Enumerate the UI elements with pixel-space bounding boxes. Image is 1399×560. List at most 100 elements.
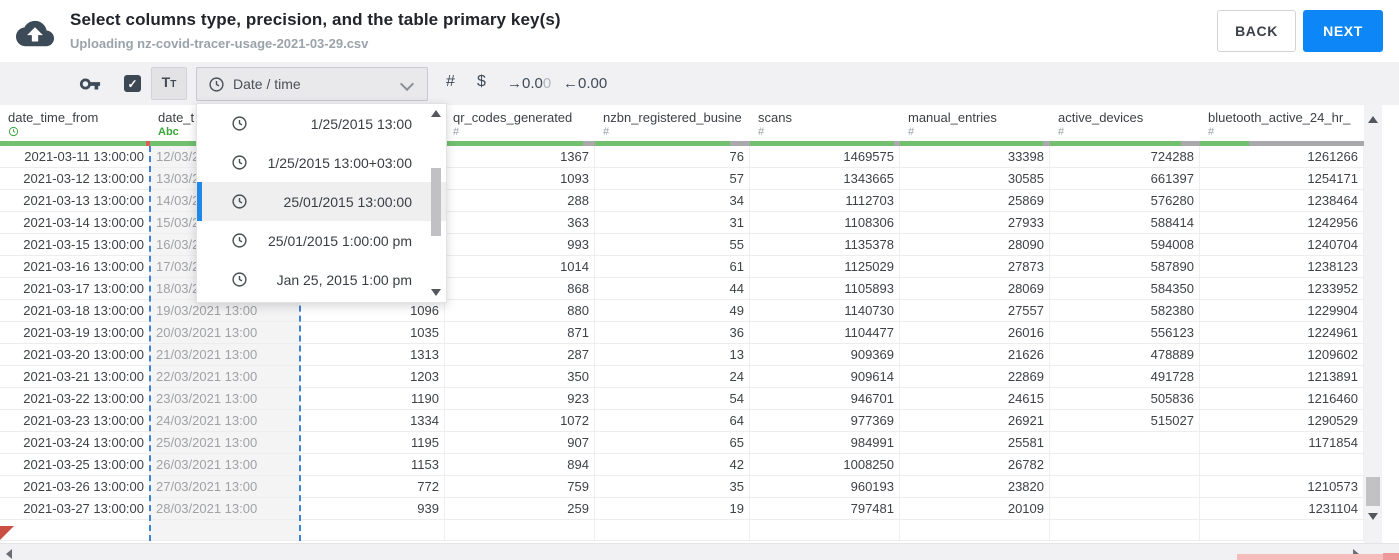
table-cell: 33398	[900, 146, 1050, 167]
table-cell: 57	[595, 168, 750, 189]
table-cell: 1334	[300, 410, 445, 431]
column-header-scans[interactable]: scans #	[750, 105, 900, 141]
dropdown-scrollbar[interactable]	[430, 108, 443, 298]
table-cell	[1050, 432, 1200, 453]
table-cell: 797481	[750, 498, 900, 519]
table-cell: 2021-03-12 13:00:00	[0, 168, 150, 189]
column-type-toolbar: ✓ TT Date / time # $ →0.00 ←0.00	[0, 62, 1399, 105]
table-cell: 1229904	[1200, 300, 1364, 321]
vertical-scrollbar[interactable]	[1364, 105, 1382, 543]
decrease-decimal-button[interactable]: ←0.00	[563, 75, 607, 92]
scroll-left-icon[interactable]	[6, 549, 12, 559]
scroll-down-icon[interactable]	[431, 289, 441, 296]
text-type-button[interactable]: TT	[151, 67, 187, 100]
scroll-down-icon[interactable]	[1368, 513, 1378, 520]
dropdown-item[interactable]: 1/25/2015 13:00	[197, 104, 446, 143]
table-cell: 27/03/2021 13:00	[150, 476, 300, 497]
table-cell: 26782	[900, 454, 1050, 475]
dropdown-item-selected[interactable]: 25/01/2015 13:00:00	[197, 182, 446, 221]
table-cell: 25/03/2021 13:00	[150, 432, 300, 453]
include-column-checkbox[interactable]: ✓	[124, 75, 141, 92]
table-cell	[445, 520, 595, 540]
table-cell: 2021-03-26 13:00:00	[0, 476, 150, 497]
scroll-up-icon[interactable]	[431, 110, 441, 117]
table-cell: 923	[445, 388, 595, 409]
table-cell: 21626	[900, 344, 1050, 365]
table-cell: 1014	[445, 256, 595, 277]
table-cell: 907	[445, 432, 595, 453]
column-header-date_time_from[interactable]: date_time_from	[0, 105, 150, 141]
scroll-up-icon[interactable]	[1368, 116, 1378, 123]
table-cell: 1112703	[750, 190, 900, 211]
column-type-indicator: #	[603, 126, 610, 138]
column-name: date_time_from	[8, 110, 99, 125]
table-cell: 1008250	[750, 454, 900, 475]
table-cell	[0, 520, 150, 540]
table-cell: 61	[595, 256, 750, 277]
column-header-manual_entries[interactable]: manual_entries #	[900, 105, 1050, 141]
bottom-progress-strip-end	[1383, 553, 1399, 560]
column-name: scans	[758, 110, 792, 125]
column-type-indicator: #	[453, 126, 460, 138]
table-row: 2021-03-27 13:00:00 28/03/2021 13:00 939 25…	[0, 498, 1364, 520]
table-cell: 22/03/2021 13:00	[150, 366, 300, 387]
column-header-qr_codes_generated[interactable]: qr_codes_generated #	[445, 105, 595, 141]
selected-column-left-dashed-border	[149, 146, 151, 541]
table-cell: 582380	[1050, 300, 1200, 321]
table-cell: 27873	[900, 256, 1050, 277]
vertical-scrollbar-thumb[interactable]	[1366, 477, 1380, 506]
table-cell: 1195	[300, 432, 445, 453]
column-header-bluetooth_active_24_hr_[interactable]: bluetooth_active_24_hr_ #	[1200, 105, 1364, 141]
table-cell: 1190	[300, 388, 445, 409]
table-cell: 2021-03-19 13:00:00	[0, 322, 150, 343]
table-cell: 505836	[1050, 388, 1200, 409]
table-cell: 19/03/2021 13:00	[150, 300, 300, 321]
clock-icon	[231, 193, 248, 210]
table-cell: 1210573	[1200, 476, 1364, 497]
clock-icon	[208, 76, 225, 93]
table-cell: 1238123	[1200, 256, 1364, 277]
column-type-indicator: #	[758, 126, 765, 138]
column-header-active_devices[interactable]: active_devices #	[1050, 105, 1200, 141]
table-cell: 584350	[1050, 278, 1200, 299]
table-cell: 30585	[900, 168, 1050, 189]
table-cell: 1233952	[1200, 278, 1364, 299]
table-cell: 1035	[300, 322, 445, 343]
primary-key-icon[interactable]	[79, 73, 101, 95]
increase-decimal-button[interactable]: →0.00	[507, 75, 551, 92]
selected-item-accent-bar	[197, 182, 202, 221]
table-cell: 24/03/2021 13:00	[150, 410, 300, 431]
table-cell: 946701	[750, 388, 900, 409]
table-cell	[1050, 498, 1200, 519]
table-cell: 1125029	[750, 256, 900, 277]
dropdown-item[interactable]: Jan 25, 2015 1:00 pm	[197, 260, 446, 299]
table-cell: 2021-03-22 13:00:00	[0, 388, 150, 409]
datetime-format-select[interactable]: Date / time	[196, 67, 428, 101]
table-cell: 19	[595, 498, 750, 519]
table-row: 2021-03-19 13:00:00 20/03/2021 13:00 1035 8…	[0, 322, 1364, 344]
column-header-nzbn_registered_busine[interactable]: nzbn_registered_busine #	[595, 105, 750, 141]
table-cell: 1224961	[1200, 322, 1364, 343]
table-cell: 2021-03-14 13:00:00	[0, 212, 150, 233]
currency-type-button[interactable]: $	[477, 73, 486, 91]
table-cell: 1231104	[1200, 498, 1364, 519]
table-cell: 993	[445, 234, 595, 255]
page-title: Select columns type, precision, and the …	[70, 10, 561, 29]
dropdown-item-label: 1/25/2015 13:00+03:00	[267, 154, 412, 171]
horizontal-scrollbar[interactable]	[0, 543, 1399, 560]
table-cell: 1290529	[1200, 410, 1364, 431]
table-cell	[1200, 454, 1364, 475]
dropdown-item[interactable]: 25/01/2015 1:00:00 pm	[197, 221, 446, 260]
dropdown-item[interactable]: 1/25/2015 13:00+03:00	[197, 143, 446, 182]
back-button[interactable]: BACK	[1217, 10, 1296, 52]
table-cell: 1254171	[1200, 168, 1364, 189]
dropdown-scrollbar-thumb[interactable]	[431, 168, 441, 236]
next-button[interactable]: NEXT	[1303, 10, 1383, 52]
number-type-button[interactable]: #	[446, 73, 455, 91]
table-row: 2021-03-20 13:00:00 21/03/2021 13:00 1313 2…	[0, 344, 1364, 366]
table-cell	[150, 520, 300, 540]
table-cell: 2021-03-16 13:00:00	[0, 256, 150, 277]
table-cell: 287	[445, 344, 595, 365]
chevron-down-icon	[399, 76, 415, 92]
table-cell: 772	[300, 476, 445, 497]
